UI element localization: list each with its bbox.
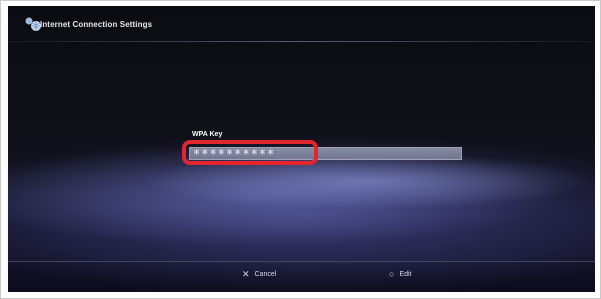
cancel-label: Cancel [254,271,277,278]
title-divider [8,41,595,42]
cross-button-icon: ✕ [242,269,250,279]
network-globe-icon [25,17,41,31]
edit-button[interactable]: ○ Edit [389,270,412,279]
circle-button-icon: ○ [389,269,395,279]
wpa-key-highlight [182,140,318,165]
window-title: Internet Connection Settings [40,19,153,29]
cancel-button[interactable]: ✕ Cancel [242,270,276,279]
wpa-key-label: WPA Key [192,131,223,138]
title-bar: Internet Connection Settings [8,6,595,42]
edit-label: Edit [399,271,412,278]
settings-screen: Internet Connection Settings WPA Key ***… [8,6,595,292]
button-guide-bar [8,261,595,292]
screenshot-frame: Internet Connection Settings WPA Key ***… [0,0,601,299]
